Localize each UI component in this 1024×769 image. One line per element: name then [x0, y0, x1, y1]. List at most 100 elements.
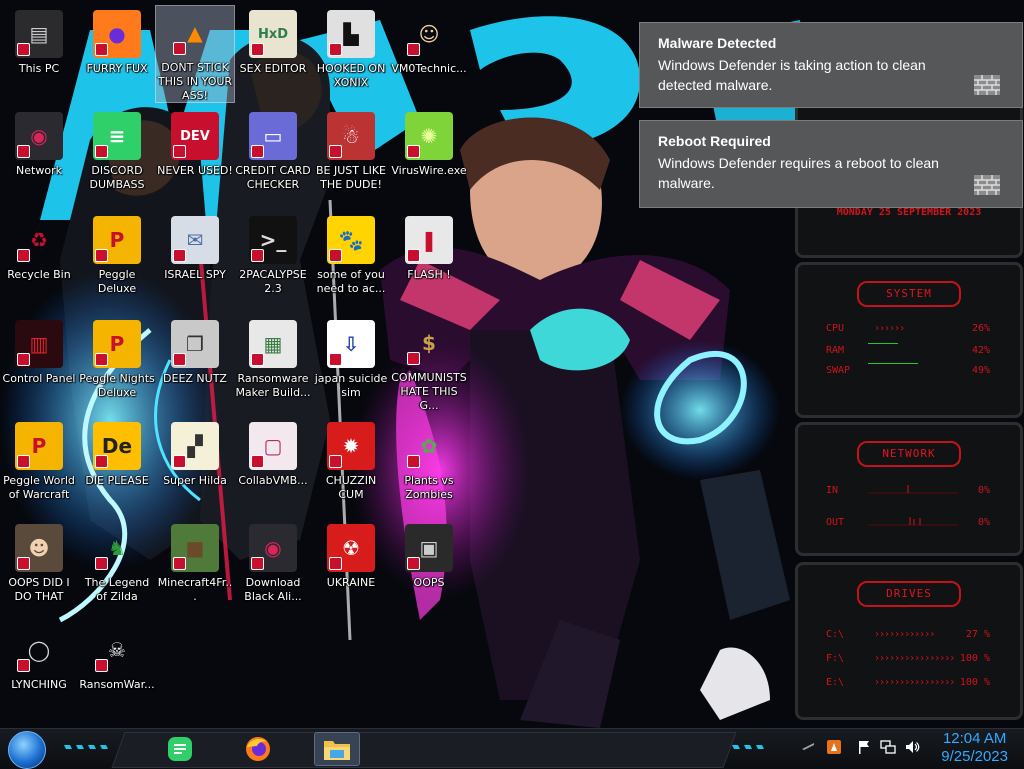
- desktop-icon-label: The Legend of Zilda: [84, 576, 150, 603]
- desktop-icon[interactable]: ☻ OOPS DID I DO THAT: [0, 520, 78, 616]
- volume-icon[interactable]: [904, 739, 920, 755]
- peggle-icon: P: [93, 216, 141, 264]
- desktop-icon[interactable]: ▥ Control Panel: [0, 316, 78, 412]
- shortcut-badge-icon: [95, 353, 108, 366]
- desktop-icon[interactable]: De DIE PLEASE: [78, 418, 156, 514]
- desktop-icon-label: This PC: [18, 62, 60, 75]
- collabvm-icon: ▢: [249, 422, 297, 470]
- shortcut-badge-icon: [329, 455, 342, 468]
- desktop-icon-label: COMMUNISTS HATE THIS G...: [391, 370, 467, 412]
- desktop-icon-label: RansomWar...: [79, 678, 155, 691]
- cpu-label: CPU: [826, 323, 845, 334]
- desktop-icon[interactable]: ▞ Super Hilda: [156, 418, 234, 514]
- peggle-icon: P: [93, 320, 141, 368]
- desktop-icon[interactable]: ▦ Ransomware Maker Build...: [234, 316, 312, 412]
- taskbar-discord-button[interactable]: [160, 732, 200, 766]
- portrait-icon: ☻: [15, 524, 63, 572]
- desktop-icon-label: CHUZZIN CUM: [325, 474, 377, 501]
- desktop-icon[interactable]: P Peggle Deluxe: [78, 212, 156, 308]
- taskbar-file-explorer-button[interactable]: [314, 732, 360, 766]
- notification-reboot-required[interactable]: Reboot Required Windows Defender require…: [639, 120, 1023, 208]
- widget-date-text: Monday 25 September 2023: [836, 207, 982, 218]
- net-in-value: 0%: [977, 485, 990, 496]
- desktop-icon[interactable]: ● FURRY FUX: [78, 6, 156, 102]
- start-button[interactable]: [8, 731, 46, 769]
- notification-malware-detected[interactable]: Malware Detected Windows Defender is tak…: [639, 22, 1023, 108]
- ram-row: RAM 42%: [826, 345, 990, 359]
- clock-date: 9/25/2023: [941, 748, 1008, 765]
- net-graph: [868, 485, 958, 526]
- drive-e-meter: ››››››››››››››››: [874, 677, 955, 688]
- taskbar-firefox-button[interactable]: [238, 732, 278, 766]
- desktop-icon[interactable]: ▙ HOOKED ON XONIX: [312, 6, 390, 102]
- drive-f-row: F:\ ›››››››››››››››› 100 %: [826, 653, 990, 667]
- desktop-icon[interactable]: ☃ BE JUST LIKE THE DUDE!: [312, 108, 390, 204]
- windows-stack-icon: ❐: [171, 320, 219, 368]
- desktop-icon[interactable]: HxD SEX EDITOR: [234, 6, 312, 102]
- desktop-icon[interactable]: ☢ UKRAINE: [312, 520, 390, 616]
- desktop-icon[interactable]: 🐾 some of you need to ac...: [312, 212, 390, 308]
- devcpp-icon: DEV: [171, 112, 219, 160]
- shortcut-badge-icon: [329, 249, 342, 262]
- shortcut-badge-icon: [95, 659, 108, 672]
- desktop-icon[interactable]: ▤ This PC: [0, 6, 78, 102]
- desktop-icon[interactable]: ✹ CHUZZIN CUM: [312, 418, 390, 514]
- shortcut-badge-icon: [407, 145, 420, 158]
- desktop-icon[interactable]: ◉ Network: [0, 108, 78, 204]
- desktop-icon[interactable]: ≡ DISCORD DUMBASS: [78, 108, 156, 204]
- desktop-icon-label: ISRAEL SPY: [164, 268, 226, 281]
- desktop-icon[interactable]: ❐ DEEZ NUTZ: [156, 316, 234, 412]
- credit-card-icon: ▭: [249, 112, 297, 160]
- system-title: System: [857, 281, 961, 307]
- file-explorer-icon: [324, 741, 350, 760]
- show-hidden-icons-icon[interactable]: [800, 739, 816, 755]
- desktop-icon[interactable]: >_ 2PACALYPSE 2.3: [234, 212, 312, 308]
- desktop-icon[interactable]: ☠ RansomWar...: [78, 622, 156, 718]
- desktop-icon[interactable]: ▢ CollabVMB...: [234, 418, 312, 514]
- shortcut-badge-icon: [329, 43, 342, 56]
- desktop-icon[interactable]: ☺ VM0Technic...: [390, 6, 468, 102]
- desktop-icon-label: NEVER USED!: [157, 164, 233, 177]
- desktop-icon[interactable]: ■ Minecraft4Fr...: [156, 520, 234, 616]
- desktop-icon[interactable]: ❚ FLASH !: [390, 212, 468, 308]
- desktop-icon[interactable]: ◯ LYNCHING: [0, 622, 78, 718]
- network-icon[interactable]: [880, 739, 896, 755]
- recycle-bin-icon: ♻: [15, 216, 63, 264]
- shortcut-badge-icon: [407, 455, 420, 468]
- spy-icon: ✉: [171, 216, 219, 264]
- window-icon: ▣: [405, 524, 453, 572]
- shortcut-badge-icon: [407, 249, 420, 262]
- desktop-icon-label: BE JUST LIKE THE DUDE!: [315, 164, 387, 191]
- desktop-icon[interactable]: ✺ VirusWire.exe: [390, 108, 468, 204]
- desktop-icon[interactable]: P Peggle Nights Deluxe: [78, 316, 156, 412]
- desktop-icon[interactable]: ✿ Plants vs Zombies: [390, 418, 468, 514]
- shortcut-badge-icon: [329, 353, 342, 366]
- drive-c-row: C:\ ›››››››››››› 27 %: [826, 629, 990, 643]
- desktop-icon[interactable]: DEV NEVER USED!: [156, 108, 234, 204]
- dog-icon: 🐾: [327, 216, 375, 264]
- shortcut-badge-icon: [251, 455, 264, 468]
- flag-icon[interactable]: [856, 739, 872, 755]
- app-window-icon: ▦: [249, 320, 297, 368]
- desktop-icon[interactable]: ♻ Recycle Bin: [0, 212, 78, 308]
- desktop-icon[interactable]: ▭ CREDIT CARD CHECKER: [234, 108, 312, 204]
- antivirus-icon[interactable]: [826, 739, 842, 755]
- desktop-icon[interactable]: ✉ ISRAEL SPY: [156, 212, 234, 308]
- drives-title: Drives: [857, 581, 961, 607]
- desktop-icon[interactable]: ⇩ japan suicide sim: [312, 316, 390, 412]
- desktop-icon[interactable]: $ COMMUNISTS HATE THIS G...: [390, 316, 468, 412]
- desktop-icon[interactable]: ▲ DONT STICK THIS IN YOUR ASS!: [155, 5, 235, 103]
- desktop-icon[interactable]: ♞ The Legend of Zilda: [78, 520, 156, 616]
- desktop-icon-label: japan suicide sim: [314, 372, 388, 399]
- net-out-value: 0%: [977, 517, 990, 528]
- network-title: Network: [857, 441, 961, 467]
- desktop-icon[interactable]: ◉ Download Black Ali...: [234, 520, 312, 616]
- ram-graph: [868, 343, 898, 344]
- desktop-icon[interactable]: P Peggle World of Warcraft: [0, 418, 78, 514]
- desktop-icon[interactable]: ▣ OOPS: [390, 520, 468, 616]
- defender-wall-icon: [974, 175, 1000, 195]
- shortcut-badge-icon: [251, 43, 264, 56]
- shortcut-badge-icon: [95, 249, 108, 262]
- taskbar-clock[interactable]: 12:04 AM 9/25/2023: [941, 730, 1008, 766]
- shortcut-badge-icon: [407, 557, 420, 570]
